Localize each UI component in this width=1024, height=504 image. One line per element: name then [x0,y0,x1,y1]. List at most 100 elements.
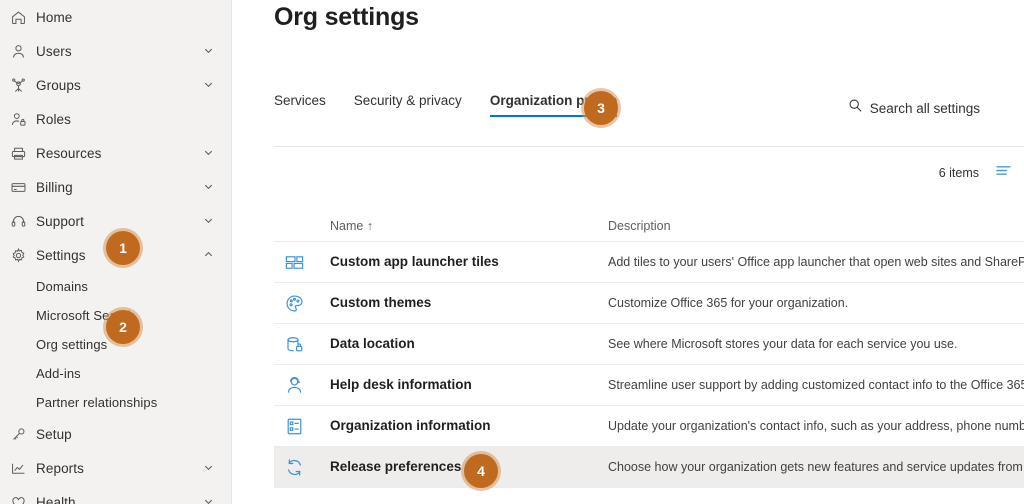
tab-divider [274,146,1024,147]
sidebar-item-groups[interactable]: Groups [0,68,231,102]
sidebar-item-home[interactable]: Home [0,0,231,34]
sidebar-item-resources[interactable]: Resources [0,136,231,170]
table-cell-name: Custom themes [330,294,608,312]
palette-icon [274,293,330,314]
sidebar-item-users[interactable]: Users [0,34,231,68]
main-content: Org settings Services Security & privacy… [232,0,1024,504]
table-row[interactable]: Data location See where Microsoft stores… [274,324,1024,365]
chevron-down-icon[interactable] [203,45,215,57]
roles-icon [10,109,36,129]
row-description-text: Update your organization's contact info,… [608,419,1024,433]
sidebar-item-label: Home [36,9,73,25]
chevron-down-icon[interactable] [203,147,215,159]
table-cell-name: Data location [330,335,608,353]
key-icon [10,424,36,444]
chevron-up-icon[interactable] [203,249,215,261]
callout-badge-4: 4 [464,454,498,488]
chevron-down-icon[interactable] [203,462,215,474]
sidebar-item-label: Reports [36,460,84,476]
table-row[interactable]: Organization information Update your org… [274,406,1024,447]
items-count: 6 items [938,166,979,180]
sidebar-item-billing[interactable]: Billing [0,170,231,204]
list-toolbar: 6 items [939,164,1012,182]
help-desk-icon [274,375,330,396]
callout-badge-1: 1 [106,231,140,265]
callout-badge-2: 2 [106,310,140,344]
tab-bar: Services Security & privacy Organization… [274,93,617,117]
table-header-description[interactable]: Description [608,219,1024,233]
sidebar-subitem-label: Partner relationships [36,395,158,410]
row-name-text: Help desk information [330,377,472,392]
app-launcher-tiles-icon [274,252,330,273]
chart-icon [10,458,36,478]
table-cell-description: Customize Office 365 for your organizati… [608,294,1024,312]
list-filter-icon[interactable] [995,164,1012,182]
row-description-text: See where Microsoft stores your data for… [608,337,958,351]
sidebar-item-label: Setup [36,426,72,442]
chevron-down-icon[interactable] [203,215,215,227]
row-name-text: Custom themes [330,295,432,310]
user-icon [10,41,36,61]
headset-icon [10,211,36,231]
sidebar-item-label: Roles [36,111,72,127]
sidebar-item-health[interactable]: Health [0,485,231,504]
home-icon [10,7,36,27]
settings-table: Name ↑ Description Custom app launcher t… [274,210,1024,488]
sidebar-item-label: Billing [36,179,73,195]
row-description-text: Customize Office 365 for your organizati… [608,296,849,310]
sidebar-item-label: Groups [36,77,81,93]
table-cell-description: Choose how your organization gets new fe… [608,458,1024,476]
table-row[interactable]: Custom app launcher tiles Add tiles to y… [274,242,1024,283]
sidebar-item-label: Users [36,43,72,59]
printer-icon [10,143,36,163]
sidebar-item-setup[interactable]: Setup [0,417,231,451]
row-description-text: Add tiles to your users' Office app laun… [608,255,1024,269]
table-cell-description: See where Microsoft stores your data for… [608,335,1024,353]
table-cell-description: Streamline user support by adding custom… [608,376,1024,394]
heart-icon [10,492,36,504]
sidebar-item-label: Settings [36,247,86,263]
sidebar-item-roles[interactable]: Roles [0,102,231,136]
chevron-down-icon[interactable] [203,181,215,193]
tab-services[interactable]: Services [274,93,340,117]
search-all-settings-label: Search all settings [869,100,980,116]
sidebar-item-partner-relationships[interactable]: Partner relationships [0,388,231,417]
callout-badge-3: 3 [584,91,618,125]
table-row[interactable]: Release preferences Choose how your orga… [274,447,1024,488]
row-name-text: Custom app launcher tiles [330,254,499,269]
sidebar-item-reports[interactable]: Reports [0,451,231,485]
table-cell-name: Help desk information [330,376,608,394]
row-name-text: Release preferences [330,459,462,474]
sidebar-item-label: Support [36,213,84,229]
table-cell-name: Custom app launcher tiles [330,253,608,271]
sidebar-item-label: Health [36,494,76,504]
table-cell-description: Add tiles to your users' Office app laun… [608,253,1024,271]
data-location-icon [274,334,330,355]
table-row[interactable]: Help desk information Streamline user su… [274,365,1024,406]
row-name-text: Organization information [330,418,491,433]
table-row[interactable]: Custom themes Customize Office 365 for y… [274,283,1024,324]
tab-security-privacy[interactable]: Security & privacy [354,93,476,117]
credit-card-icon [10,177,36,197]
chevron-down-icon[interactable] [203,79,215,91]
table-cell-name: Organization information [330,417,608,435]
sidebar-item-domains[interactable]: Domains [0,272,231,301]
sidebar-subitem-label: Org settings [36,337,108,352]
row-description-text: Streamline user support by adding custom… [608,378,1024,392]
sidebar-item-add-ins[interactable]: Add-ins [0,359,231,388]
release-preferences-icon [274,457,330,478]
sidebar-subitem-label: Add-ins [36,366,81,381]
table-header-name[interactable]: Name ↑ [330,219,608,233]
page-title: Org settings [274,3,419,31]
sidebar-item-label: Resources [36,145,102,161]
sidebar-subitem-label: Domains [36,279,88,294]
table-cell-description: Update your organization's contact info,… [608,417,1024,435]
search-icon [848,98,863,118]
table-header-row: Name ↑ Description [274,210,1024,242]
app-window: Home Users Groups Roles Resources Billin… [0,0,1024,504]
gear-icon [10,245,36,265]
chevron-down-icon[interactable] [203,496,215,504]
search-all-settings-button[interactable]: Search all settings [848,98,980,118]
row-description-text: Choose how your organization gets new fe… [608,460,1024,474]
row-name-text: Data location [330,336,415,351]
